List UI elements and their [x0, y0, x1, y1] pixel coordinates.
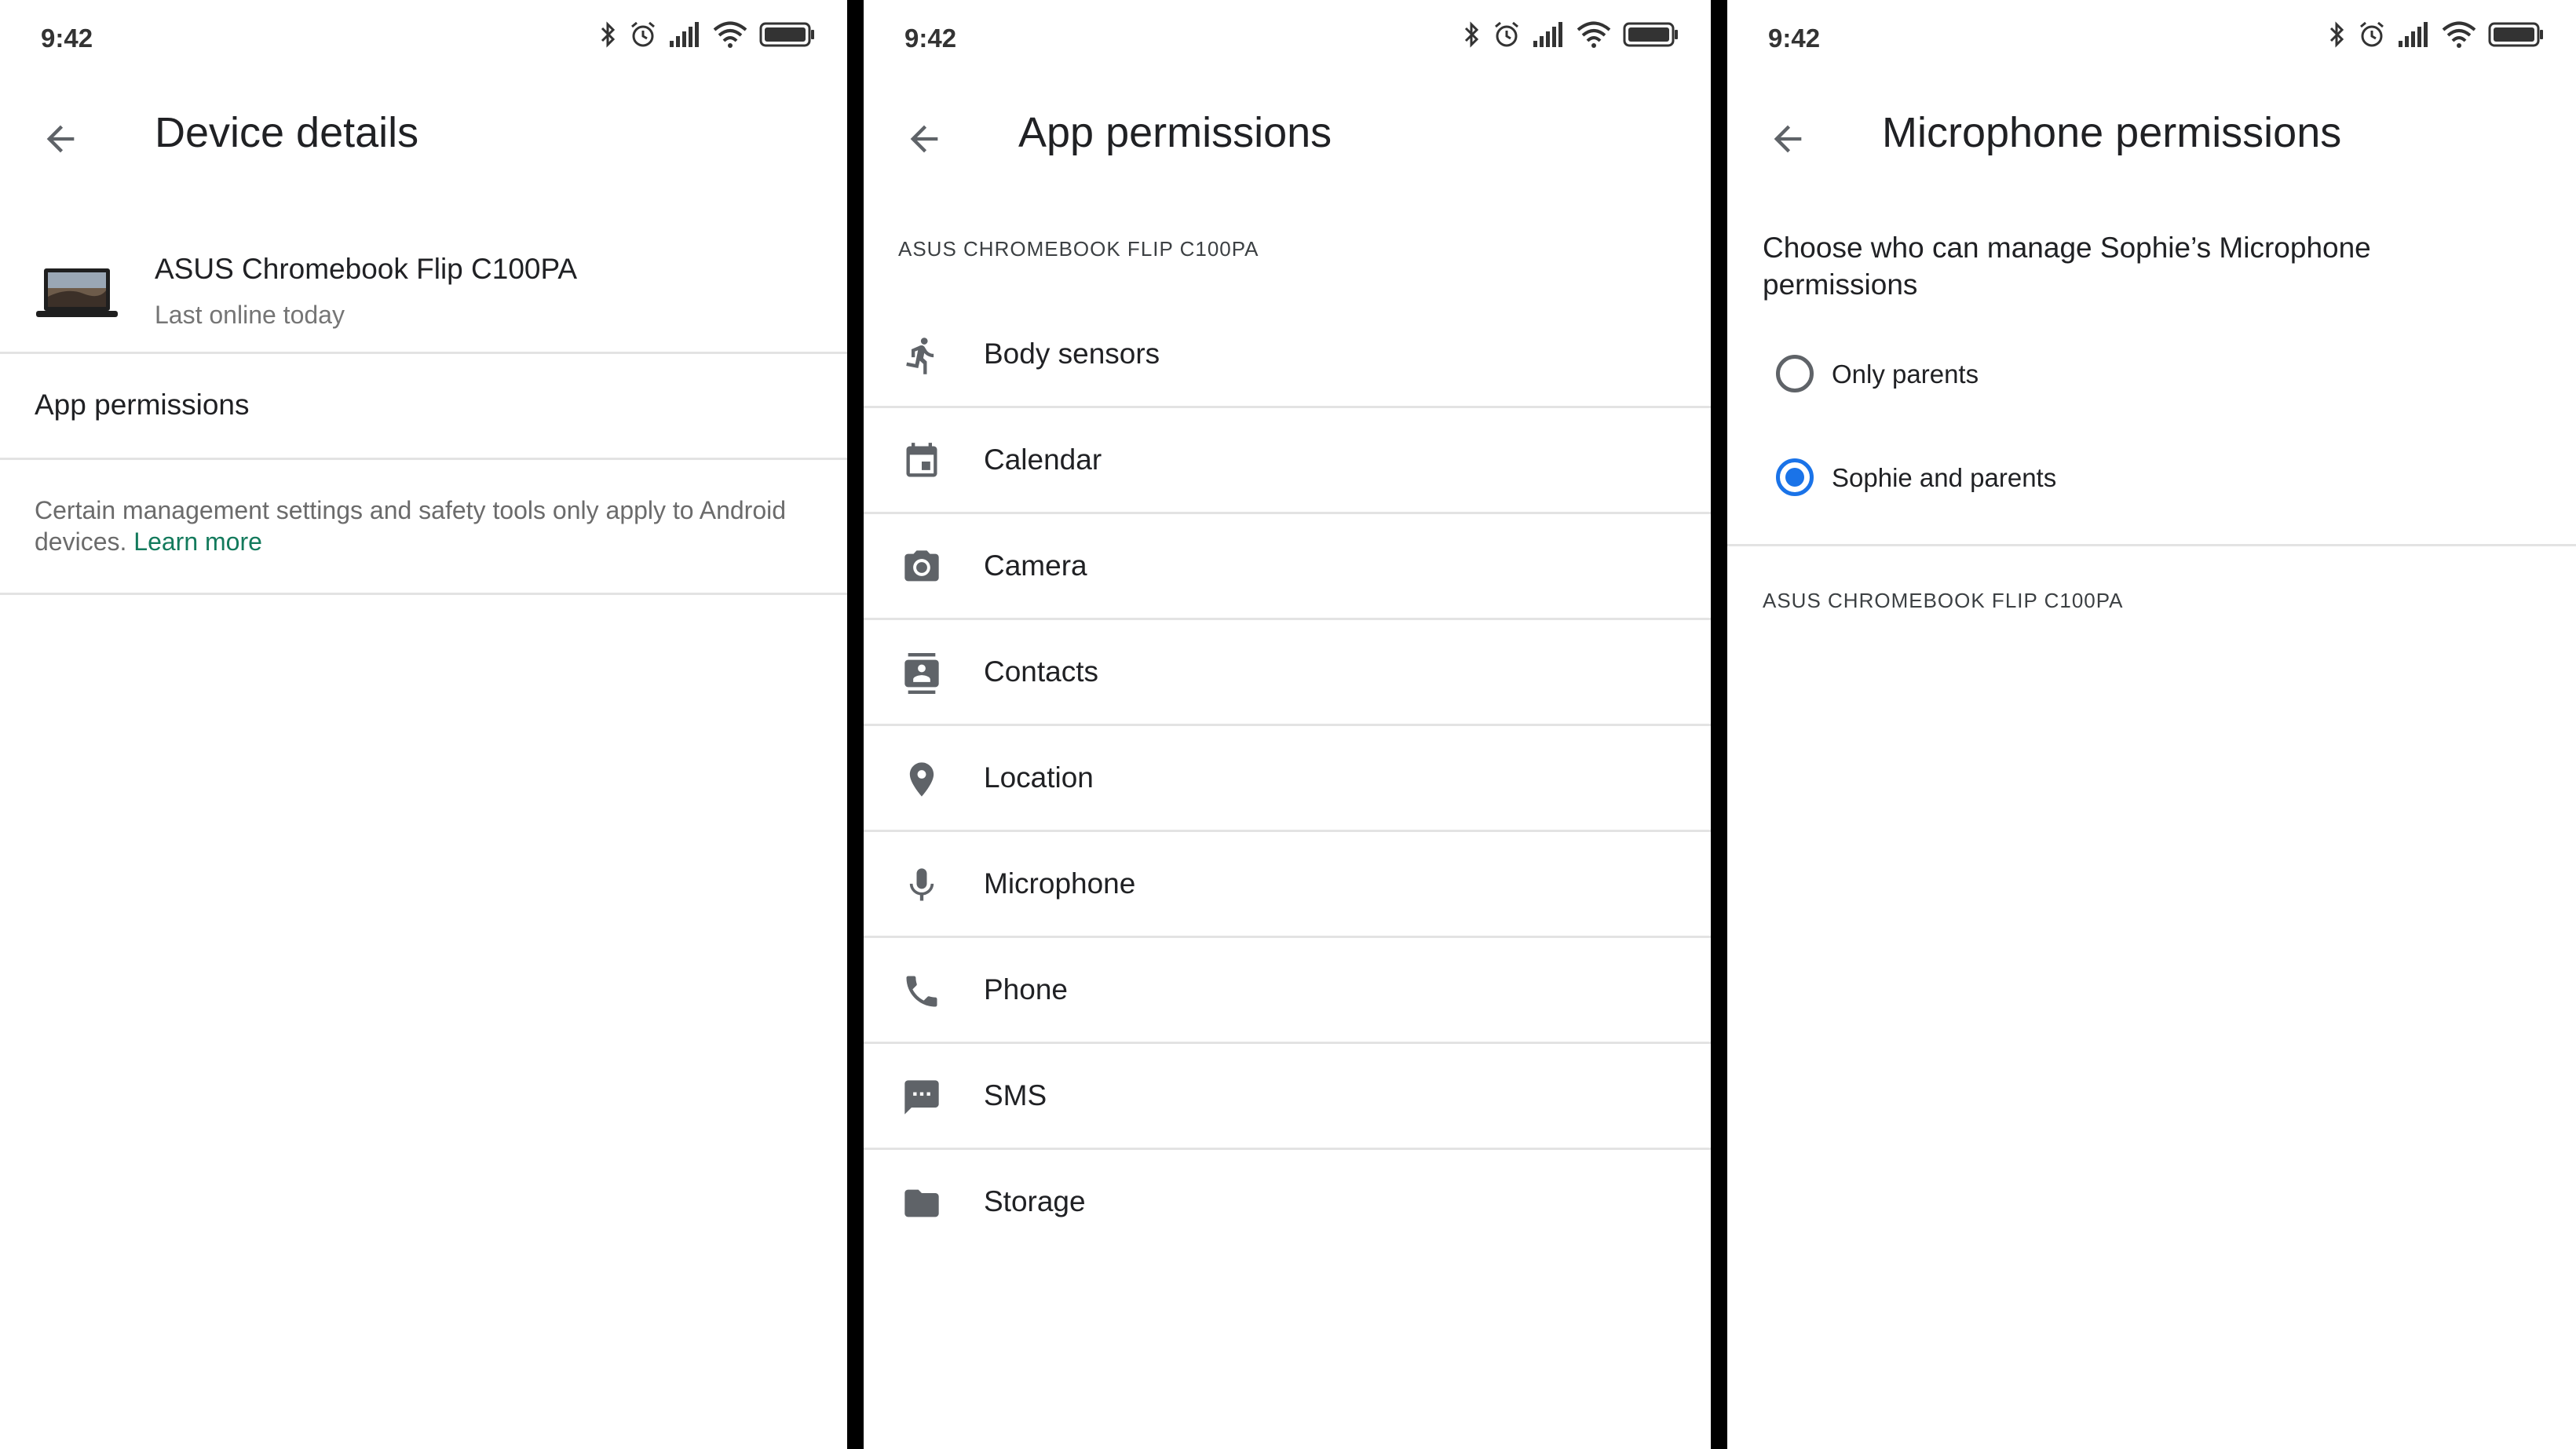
- learn-more-link[interactable]: Learn more: [133, 527, 262, 556]
- permission-item-microphone[interactable]: Microphone: [864, 832, 1711, 938]
- device-section-label: ASUS CHROMEBOOK FLIP C100PA: [898, 237, 1259, 261]
- device-name: ASUS Chromebook Flip C100PA: [155, 253, 578, 285]
- battery-icon: [759, 22, 814, 47]
- page-title: Microphone permissions: [1882, 109, 2342, 156]
- page-title: Device details: [155, 109, 419, 156]
- permission-label: Microphone: [984, 867, 1136, 900]
- bluetooth-icon: [2329, 21, 2344, 48]
- device-row: ASUS Chromebook Flip C100PA Last online …: [0, 235, 847, 352]
- calendar-icon: [906, 443, 937, 477]
- camera-icon: [904, 550, 939, 582]
- option-label: Only parents: [1832, 360, 1979, 389]
- app-bar: Device details: [0, 94, 847, 181]
- permission-label: Location: [984, 761, 1094, 794]
- alarm-icon: [631, 21, 655, 47]
- radio-button-selected[interactable]: [1776, 458, 1814, 496]
- status-icons: [1463, 20, 1679, 49]
- sms-icon: [904, 1080, 939, 1115]
- wifi-icon: [2442, 21, 2476, 48]
- permission-item-camera[interactable]: Camera: [864, 514, 1711, 620]
- device-section-label: ASUS CHROMEBOOK FLIP C100PA: [1763, 589, 2124, 612]
- laptop-icon: [36, 268, 118, 317]
- status-clock: 9:42: [904, 24, 957, 53]
- battery-icon: [2488, 22, 2543, 47]
- page-title: App permissions: [1018, 109, 1332, 156]
- option-label: Sophie and parents: [1832, 463, 2057, 492]
- permission-label: SMS: [984, 1079, 1047, 1111]
- app-bar: App permissions: [864, 94, 1711, 181]
- permission-label: Contacts: [984, 655, 1099, 688]
- divider: [1727, 544, 2576, 546]
- permission-label: Storage: [984, 1185, 1086, 1217]
- permission-item-sms[interactable]: SMS: [864, 1044, 1711, 1150]
- divider: [0, 593, 847, 595]
- permission-item-phone[interactable]: Phone: [864, 938, 1711, 1044]
- status-icons: [2328, 20, 2545, 49]
- permission-item-location[interactable]: Location: [864, 726, 1711, 832]
- option-sophie-and-parents[interactable]: Sophie and parents: [1727, 436, 2576, 523]
- app-permissions-row[interactable]: App permissions: [0, 354, 847, 458]
- back-button[interactable]: [897, 111, 952, 166]
- arrow-back-icon: [46, 125, 75, 153]
- phone-icon: [906, 976, 937, 1007]
- microphone-permissions-screen: 9:42 Microphone permissions Choose who c…: [1727, 0, 2576, 1449]
- permission-item-calendar[interactable]: Calendar: [864, 408, 1711, 514]
- back-button[interactable]: [33, 111, 88, 166]
- permission-item-storage[interactable]: Storage: [864, 1150, 1711, 1256]
- arrow-back-icon: [910, 125, 938, 153]
- management-note: Certain management settings and safety t…: [35, 495, 788, 557]
- bluetooth-icon: [1464, 21, 1479, 48]
- contacts-icon: [904, 653, 939, 694]
- permission-label: Camera: [984, 549, 1087, 582]
- battery-icon: [1623, 22, 1678, 47]
- status-icons: [599, 20, 816, 49]
- status-bar: 9:42: [1727, 0, 2576, 75]
- status-bar: 9:42: [0, 0, 847, 75]
- app-permissions-screen: 9:42 App permissions ASUS CHROMEBOOK FLI…: [864, 0, 1711, 1449]
- arrow-back-icon: [1774, 125, 1802, 153]
- bluetooth-icon: [601, 21, 616, 48]
- location-icon: [909, 762, 934, 797]
- permission-item-contacts[interactable]: Contacts: [864, 620, 1711, 726]
- status-clock: 9:42: [41, 24, 93, 53]
- signal-icon: [2399, 22, 2428, 47]
- wifi-icon: [1577, 21, 1611, 48]
- permission-item-body-sensors[interactable]: Body sensors: [864, 302, 1711, 408]
- storage-icon: [904, 1189, 939, 1217]
- wifi-icon: [713, 21, 747, 48]
- status-bar: 9:42: [864, 0, 1711, 75]
- option-only-parents[interactable]: Only parents: [1727, 333, 2576, 419]
- manage-prompt: Choose who can manage Sophie’s Microphon…: [1763, 232, 2371, 301]
- divider: [0, 458, 847, 460]
- device-last-online: Last online today: [155, 301, 345, 329]
- alarm-icon: [2360, 21, 2384, 47]
- body-sensors-icon: [906, 338, 934, 374]
- app-permissions-label: App permissions: [35, 389, 250, 421]
- signal-icon: [1533, 22, 1562, 47]
- microphone-icon: [909, 868, 934, 901]
- alarm-icon: [1495, 21, 1518, 47]
- permission-label: Body sensors: [984, 338, 1160, 370]
- permission-label: Calendar: [984, 443, 1102, 476]
- permission-list: Body sensors Calendar Camera Contacts Lo…: [864, 302, 1711, 1256]
- signal-icon: [670, 22, 699, 47]
- permission-label: Phone: [984, 973, 1068, 1006]
- back-button[interactable]: [1760, 111, 1815, 166]
- radio-button[interactable]: [1776, 355, 1814, 392]
- status-clock: 9:42: [1768, 24, 1821, 53]
- app-bar: Microphone permissions: [1727, 94, 2576, 181]
- device-details-screen: 9:42 Device details ASUS Chromebook Flip…: [0, 0, 847, 1449]
